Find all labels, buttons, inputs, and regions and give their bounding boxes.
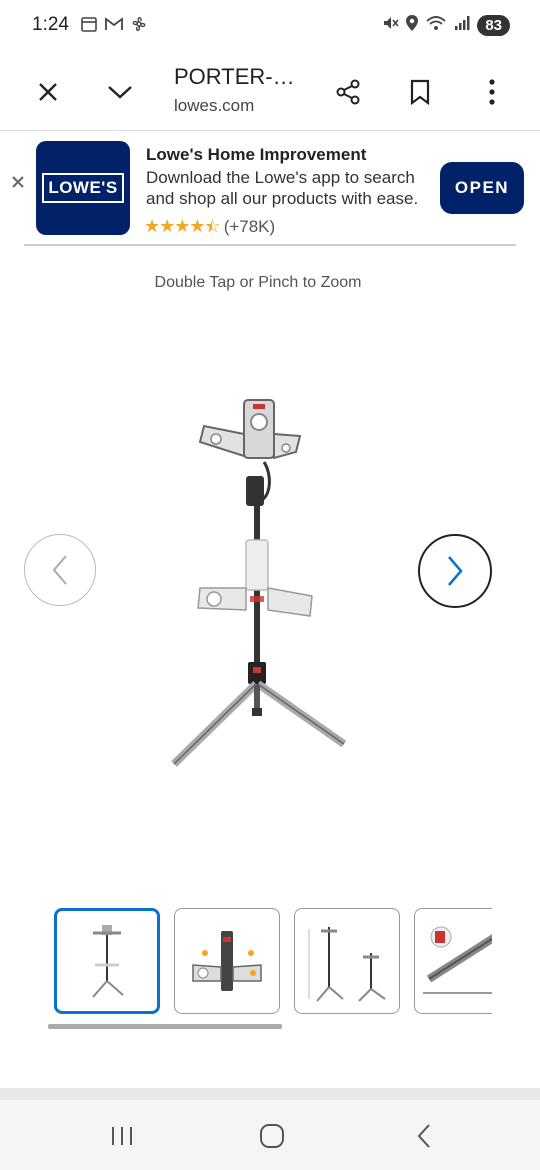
close-tab-button[interactable] [26, 70, 70, 114]
more-options-button[interactable] [470, 70, 514, 114]
chevron-left-icon [52, 555, 67, 585]
status-bar: 1:24 83 [0, 0, 540, 56]
previous-image-button[interactable] [24, 534, 96, 606]
close-banner-button[interactable] [8, 173, 28, 193]
share-icon [336, 79, 360, 105]
app-description: Download the Lowe's app to search and sh… [146, 168, 419, 208]
thumbnail-2[interactable] [174, 908, 280, 1014]
thumbnail-strip [48, 906, 492, 1016]
minimize-button[interactable] [98, 70, 142, 114]
close-icon [39, 83, 57, 101]
thumbnail-scrollbar[interactable] [48, 1024, 282, 1029]
app-install-banner: LOWE'S Lowe's Home Improvement Download … [0, 131, 540, 244]
product-image[interactable] [160, 390, 360, 780]
back-icon [417, 1124, 430, 1148]
next-image-button[interactable] [418, 534, 492, 608]
chevron-right-icon [448, 556, 463, 586]
recent-apps-button[interactable] [102, 1118, 142, 1154]
calendar-icon [80, 15, 98, 38]
chevron-down-icon [108, 86, 132, 99]
open-app-button[interactable]: OPEN [440, 162, 524, 214]
signal-icon [453, 14, 471, 37]
thumbnail-4[interactable] [414, 908, 492, 1014]
app-logo[interactable]: LOWE'S [36, 141, 130, 235]
mute-icon [381, 14, 399, 37]
star-rating-icon: ★★★★☆★ [144, 216, 221, 236]
app-name: Lowe's Home Improvement [146, 145, 367, 164]
thumbnail-1[interactable] [54, 908, 160, 1014]
bookmark-icon [410, 79, 430, 105]
location-icon [405, 14, 419, 37]
app-rating: ★★★★☆★ (+78K) [144, 216, 275, 237]
close-icon [12, 176, 24, 188]
home-button[interactable] [252, 1118, 292, 1154]
recent-apps-icon [112, 1127, 132, 1145]
share-button[interactable] [326, 70, 370, 114]
back-button[interactable] [404, 1118, 444, 1154]
status-time: 1:24 [32, 14, 69, 35]
page-domain: lowes.com [174, 96, 255, 115]
page-edge [0, 1088, 540, 1100]
zoom-hint: Double Tap or Pinch to Zoom [154, 274, 362, 291]
work-light-tripod-image [171, 399, 347, 767]
thumbnail-3[interactable] [294, 908, 400, 1014]
bookmark-button[interactable] [398, 70, 442, 114]
page-title: PORTER-… [174, 64, 295, 89]
battery-indicator: 83 [477, 15, 510, 36]
logo-text: LOWE'S [42, 173, 124, 203]
fan-icon [130, 15, 148, 38]
browser-toolbar: PORTER-… lowes.com [0, 56, 540, 131]
wifi-icon [425, 14, 447, 37]
system-navigation-bar [0, 1100, 540, 1170]
rating-count: (+78K) [223, 216, 276, 236]
divider [24, 244, 516, 246]
home-icon [260, 1124, 284, 1148]
gmail-icon [104, 15, 124, 38]
more-vertical-icon [489, 79, 495, 105]
